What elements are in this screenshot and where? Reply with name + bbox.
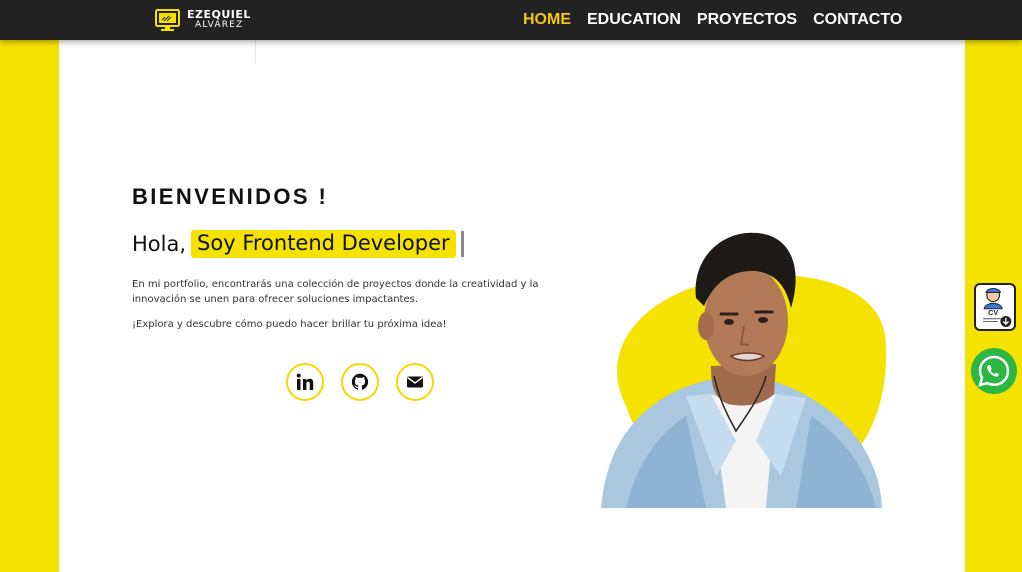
- linkedin-icon: [296, 373, 314, 390]
- linkedin-button[interactable]: [286, 363, 324, 401]
- whatsapp-button[interactable]: [969, 346, 1019, 396]
- download-cv-button[interactable]: CV: [974, 283, 1016, 331]
- greeting-text: Hola,: [132, 232, 187, 256]
- nav-links: HOME EDUCATION PROYECTOS CONTACTO: [523, 0, 918, 40]
- monitor-icon: [155, 8, 180, 31]
- github-icon: [351, 373, 369, 390]
- nav-home[interactable]: HOME: [523, 11, 571, 29]
- hero-cta: ¡Explora y descubre cómo puedo hacer bri…: [132, 319, 447, 330]
- brand-name: EZEQUIEL: [187, 8, 251, 21]
- divider: [255, 40, 256, 64]
- email-icon: [407, 376, 423, 388]
- brand-logo[interactable]: EZEQUIEL ALVAREZ: [155, 7, 251, 33]
- nav-contacto[interactable]: CONTACTO: [813, 11, 902, 29]
- navbar: EZEQUIEL ALVAREZ HOME EDUCATION PROYECTO…: [0, 0, 1022, 40]
- social-links: [286, 363, 451, 401]
- brand-surname: ALVAREZ: [195, 20, 244, 30]
- cv-document-icon: CV: [983, 288, 1012, 327]
- nav-education[interactable]: EDUCATION: [587, 11, 681, 29]
- email-button[interactable]: [396, 363, 434, 401]
- welcome-heading: BIENVENIDOS !: [132, 184, 329, 209]
- role-highlight: Soy Frontend Developer: [191, 230, 456, 258]
- nav-proyectos[interactable]: PROYECTOS: [697, 11, 797, 29]
- greeting-row: Hola, Soy Frontend Developer: [132, 230, 464, 258]
- hero-description: En mi portfolio, encontrarás una colecci…: [132, 279, 539, 305]
- svg-text:CV: CV: [988, 308, 998, 317]
- profile-photo: [601, 232, 887, 508]
- typing-cursor: [460, 231, 464, 257]
- github-button[interactable]: [341, 363, 379, 401]
